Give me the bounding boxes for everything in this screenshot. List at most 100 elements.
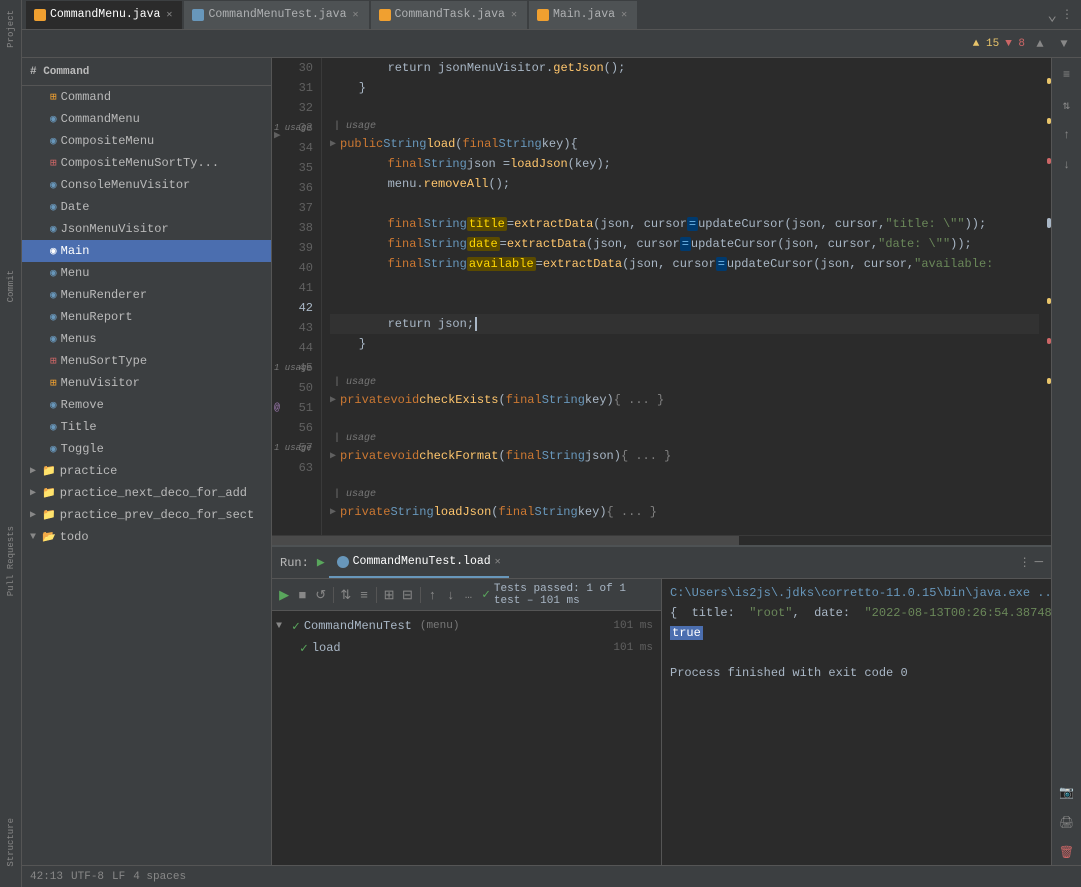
fold-btn-45[interactable]: ▶ [330, 394, 336, 406]
right-icon-delete[interactable]: 🗑 [1054, 839, 1080, 865]
filter-btn[interactable]: ≡ [356, 584, 372, 606]
run-suite-item[interactable]: ▼ ✓ CommandMenuTest (menu) 101 ms [272, 615, 661, 637]
scroll-tabs-down[interactable]: ⌄ [1047, 5, 1057, 25]
fold-btn-51[interactable]: ▶ [330, 450, 336, 462]
right-icon-1[interactable]: ≡ [1054, 62, 1080, 88]
run-tab-close[interactable]: ✕ [495, 556, 501, 568]
tree-item-menusorttype[interactable]: ⊞ MenuSortType [22, 350, 271, 372]
run-tab-commandmenutest[interactable]: CommandMenuTest.load ✕ [329, 548, 509, 578]
tree-folder-todo[interactable]: ▼ 📂 todo [22, 526, 271, 548]
tab-commandmenu[interactable]: CommandMenu.java ✕ [26, 1, 183, 29]
warning-count[interactable]: ▲ 15 [973, 38, 999, 50]
tab-label-commandmenu: CommandMenu.java [50, 8, 160, 21]
code-editor[interactable]: 30 31 32 1 usage 33 ▶ 34 35 36 37 38 [272, 58, 1051, 535]
run-test-item[interactable]: ✓ load 101 ms [272, 637, 661, 659]
tab-commandmenutest[interactable]: CommandMenuTest.java ✕ [184, 1, 369, 29]
tree-item-date[interactable]: ◉ Date [22, 196, 271, 218]
status-line-col[interactable]: 42:13 [30, 871, 63, 883]
right-icon-camera[interactable]: 📷 [1054, 779, 1080, 805]
tree-item-compositemenu[interactable]: ◉ CompositeMenu [22, 130, 271, 152]
usage-label-51: | usage [330, 433, 376, 444]
code-line-40 [330, 274, 1039, 294]
ln-38: 38 [272, 218, 321, 238]
status-lf[interactable]: LF [112, 871, 125, 883]
tree-item-menurenderer[interactable]: ◉ MenuRenderer [22, 284, 271, 306]
sort-btn[interactable]: ⇅ [338, 584, 354, 606]
test-pass-icon-item: ✓ [300, 641, 308, 656]
run-btn[interactable]: ▶ [276, 584, 292, 606]
tree-item-commandmenu[interactable]: ◉ CommandMenu [22, 108, 271, 130]
scrollbar-thumb[interactable] [272, 536, 739, 545]
nav-down-run-btn[interactable]: ↓ [443, 584, 459, 606]
nav-down-btn[interactable]: ▼ [1055, 35, 1073, 53]
code-line-42: return json; [330, 314, 1039, 334]
project-label[interactable]: Project [6, 2, 16, 56]
tree-item-title[interactable]: ◉ Title [22, 416, 271, 438]
collapse-all-btn[interactable]: ⊟ [399, 584, 415, 606]
tree-item-main[interactable]: ◉ Main [22, 240, 271, 262]
run-more-btn[interactable]: ⋮ [1019, 555, 1031, 570]
commit-label[interactable]: Commit [6, 262, 16, 310]
structure-label[interactable]: Structure [6, 810, 16, 875]
tree-item-command[interactable]: ⊞ Command [22, 86, 271, 108]
text-cursor [475, 317, 484, 331]
right-icon-2[interactable]: ⇅ [1054, 92, 1080, 118]
run-minimize-btn[interactable]: ─ [1035, 555, 1043, 571]
tree-item-menu[interactable]: ◉ Menu [22, 262, 271, 284]
ln-44: 44 [272, 338, 321, 358]
status-indent[interactable]: 4 spaces [133, 871, 186, 883]
tab-close-commandmenutest[interactable]: ✕ [350, 8, 360, 22]
tab-main[interactable]: Main.java ✕ [529, 1, 638, 29]
right-icon-4[interactable]: ↓ [1054, 152, 1080, 178]
tree-item-consolemenuvisitor[interactable]: ◉ ConsoleMenuVisitor [22, 174, 271, 196]
tree-folder-practice[interactable]: ▶ 📁 practice [22, 460, 271, 482]
pullreq-label[interactable]: Pull Requests [6, 518, 16, 604]
suite-detail: (menu) [420, 620, 460, 632]
tree-item-menuvisitor[interactable]: ⊞ MenuVisitor [22, 372, 271, 394]
tree-item-menus[interactable]: ◉ Menus [22, 328, 271, 350]
status-encoding[interactable]: UTF-8 [71, 871, 104, 883]
tab-icon-main [537, 9, 549, 21]
tree-label-practice-prev: practice_prev_deco_for_sect [60, 508, 254, 522]
tab-close-commandtask[interactable]: ✕ [509, 8, 519, 22]
tree-label-compositemenu: CompositeMenu [61, 134, 155, 148]
expand-all-btn[interactable]: ⊞ [381, 584, 397, 606]
tree-item-toggle[interactable]: ◉ Toggle [22, 438, 271, 460]
tab-bar: CommandMenu.java ✕ CommandMenuTest.java … [22, 0, 1081, 30]
code-line-51: ▶ private void checkFormat(final String … [330, 446, 1039, 466]
tree-item-jsonmenuvisitor[interactable]: ◉ JsonMenuVisitor [22, 218, 271, 240]
rerun-btn[interactable]: ↺ [313, 584, 329, 606]
tree-item-menureport[interactable]: ◉ MenuReport [22, 306, 271, 328]
tab-close-main[interactable]: ✕ [619, 8, 629, 22]
error-count[interactable]: ▼ 8 [1005, 38, 1025, 50]
right-icon-3[interactable]: ↑ [1054, 122, 1080, 148]
tree-label-consolemenuvisitor: ConsoleMenuVisitor [61, 178, 191, 192]
code-line-36 [330, 194, 1039, 214]
tree-folder-practice-next[interactable]: ▶ 📁 practice_next_deco_for_add [22, 482, 271, 504]
tree-folder-practice-prev[interactable]: ▶ 📁 practice_prev_deco_for_sect [22, 504, 271, 526]
console-path: C:\Users\is2js\.jdks\corretto-11.0.15\bi… [670, 586, 1051, 600]
tab-icon-commandtask [379, 9, 391, 21]
stop-btn[interactable]: ■ [294, 584, 310, 606]
tab-close-commandmenu[interactable]: ✕ [164, 8, 174, 22]
horizontal-scrollbar[interactable] [272, 535, 1051, 545]
fold-btn-33[interactable]: ▶ [330, 138, 336, 150]
nav-up-run-btn[interactable]: ↑ [424, 584, 440, 606]
more-tabs[interactable]: ⋮ [1061, 7, 1073, 22]
code-content[interactable]: return jsonMenuVisitor.getJson(); } | us… [322, 58, 1039, 535]
tree-item-remove[interactable]: ◉ Remove [22, 394, 271, 416]
tab-commandtask[interactable]: CommandTask.java ✕ [371, 1, 528, 29]
toggle-icon: ◉ [50, 442, 57, 456]
toolbar-right: ▲ 15 ▼ 8 ▲ ▼ [973, 35, 1073, 53]
ln-50: 50 [272, 378, 321, 398]
status-indent-text: 4 spaces [133, 871, 186, 883]
warn-indicator-2 [1047, 118, 1051, 124]
right-icon-printer[interactable]: 🖨 [1054, 809, 1080, 835]
tree-label-date: Date [61, 200, 90, 214]
code-line-38: final String date = extractData(json, cu… [330, 234, 1039, 254]
fold-btn-57[interactable]: ▶ [330, 506, 336, 518]
run-ellipsis[interactable]: … [465, 588, 472, 602]
suite-time: 101 ms [613, 620, 661, 632]
tree-item-compositemenusortty[interactable]: ⊞ CompositeMenuSortTy... [22, 152, 271, 174]
nav-up-btn[interactable]: ▲ [1031, 35, 1049, 53]
